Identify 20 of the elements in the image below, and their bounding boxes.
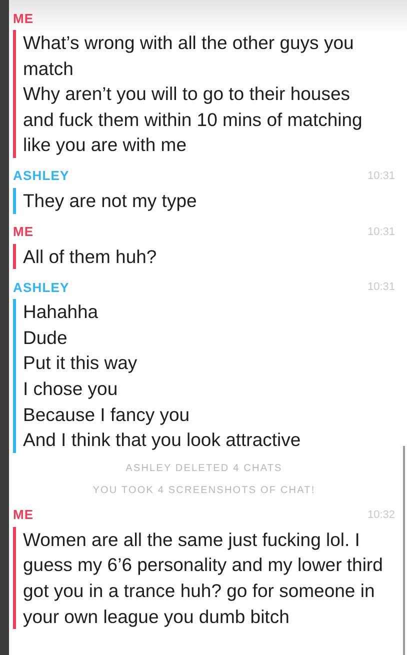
message-text: All of them huh? (23, 244, 157, 269)
message-text: Put it this way (23, 351, 138, 376)
sender-name: ME (13, 507, 34, 522)
chat-notice: ASHLEY DELETED 4 CHATS (126, 462, 282, 475)
sender-name: ME (13, 10, 34, 26)
sender-name: ME (13, 224, 34, 240)
message-text: Women are all the same just fucking lol. I guess my 6’6 personality and my lower third got you in a trance huh? go for someone in your own league you dumb bitch (23, 528, 384, 629)
message-text: Because I fancy you (23, 402, 191, 427)
chat-notice: YOU TOOK 4 SCREENSHOTS OF CHAT! (92, 484, 316, 497)
message-text: and fuck them within 10 mins of matching (23, 108, 364, 132)
message-text: What’s wrong with all the other guys you match (23, 31, 355, 81)
message-text: Why aren’t you will to go to their houses (23, 82, 351, 106)
message-text: like you are with me (23, 133, 188, 158)
message-text: They are not my type (23, 188, 197, 213)
message-text: And I think that you look attractive (23, 428, 301, 452)
sender-name: ASHLEY (13, 280, 70, 295)
message-text: Dude (23, 326, 68, 350)
message-text: Hahahha (23, 300, 100, 324)
message-text: I chose you (23, 376, 119, 401)
sender-name: ASHLEY (13, 168, 70, 184)
